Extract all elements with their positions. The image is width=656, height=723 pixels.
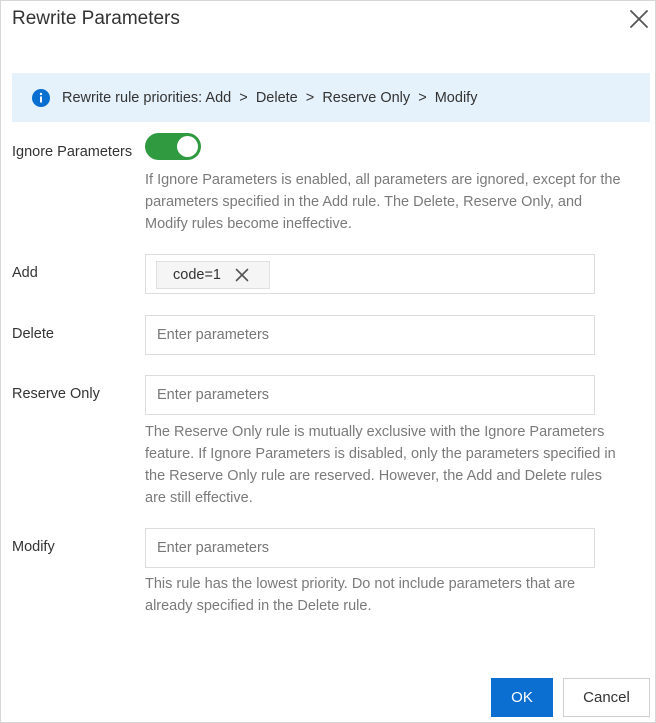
modify-input[interactable]	[146, 529, 594, 567]
dialog-title: Rewrite Parameters	[12, 8, 180, 29]
delete-label: Delete	[12, 326, 54, 342]
priority-info-alert: Rewrite rule priorities: Add > Delete > …	[12, 73, 650, 122]
modify-field	[145, 528, 595, 568]
close-icon[interactable]	[627, 7, 651, 31]
parameter-tag-label: code=1	[173, 267, 221, 283]
parameter-tag: code=1	[156, 261, 270, 289]
reserve-only-input[interactable]	[146, 376, 594, 414]
close-icon[interactable]	[235, 268, 249, 282]
toggle-knob	[177, 136, 198, 157]
reserve-only-label: Reserve Only	[12, 386, 100, 402]
info-icon	[32, 88, 50, 107]
ignore-parameters-label: Ignore Parameters	[12, 144, 133, 160]
priority-info-text: Rewrite rule priorities: Add > Delete > …	[62, 89, 478, 106]
delete-input[interactable]	[146, 316, 594, 354]
ok-button[interactable]: OK	[491, 678, 553, 717]
ignore-parameters-help: If Ignore Parameters is enabled, all par…	[145, 172, 621, 232]
ignore-parameters-toggle[interactable]	[145, 133, 201, 160]
add-label: Add	[12, 265, 38, 281]
modify-label: Modify	[12, 539, 55, 555]
reserve-only-help: The Reserve Only rule is mutually exclus…	[145, 424, 616, 506]
add-field[interactable]: code=1	[145, 254, 595, 294]
reserve-only-field	[145, 375, 595, 415]
cancel-button[interactable]: Cancel	[563, 678, 650, 717]
delete-field	[145, 315, 595, 355]
modify-help: This rule has the lowest priority. Do no…	[145, 576, 576, 614]
rewrite-parameters-dialog: Rewrite Parameters Rewrite rule prioriti…	[0, 0, 656, 723]
